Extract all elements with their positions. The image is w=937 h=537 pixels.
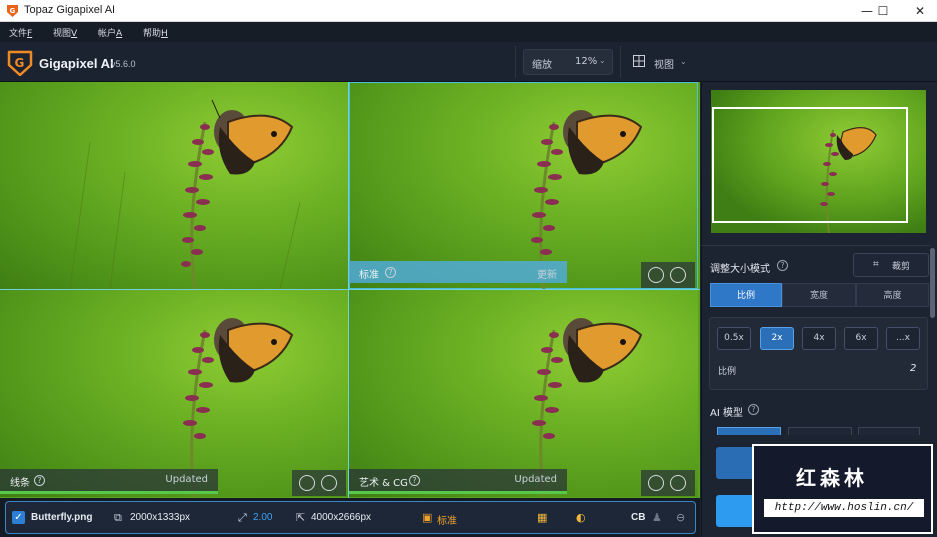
pane-label-bar: 艺术 & CG ? Updated: [349, 469, 567, 491]
close-button[interactable]: ✕: [903, 0, 937, 22]
model-tab[interactable]: [717, 427, 781, 435]
chevron-down-icon: ⌄: [599, 56, 606, 65]
preview-pane-art-cg[interactable]: 艺术 & CG ? Updated: [349, 290, 698, 497]
pane-label-bar: 线条 ? Updated: [0, 469, 218, 491]
help-icon[interactable]: ?: [748, 404, 759, 415]
scale-option-custom[interactable]: ...x: [886, 327, 920, 350]
crop-icon: ⌗: [873, 259, 879, 270]
face-neutral-icon[interactable]: [670, 267, 686, 283]
crop-button[interactable]: [853, 253, 929, 277]
preview-viewport[interactable]: 标准 ? 更新 线条 ? Updated 艺术 & CG ? Updated: [0, 82, 700, 498]
app-logo-icon: G: [7, 5, 18, 17]
face-icon[interactable]: [648, 475, 664, 491]
color-correction-icon[interactable]: ◐: [576, 511, 586, 524]
app-version: v5.6.0: [111, 59, 136, 69]
pane-splitter-horizontal: [0, 289, 700, 290]
ai-model-title: AI 模型: [710, 408, 743, 419]
menu-view[interactable]: 视图V: [53, 26, 77, 39]
scale-option-6x[interactable]: 6x: [844, 327, 878, 350]
view-menu-button[interactable]: 视图: [654, 56, 674, 71]
crop-label: 裁剪: [892, 262, 911, 272]
face-person-icon[interactable]: ♟: [652, 511, 662, 524]
butterfly-image: [183, 318, 294, 497]
watermark-url: http://www.hoslin.cn/: [764, 499, 924, 517]
model-tab[interactable]: [788, 427, 852, 435]
color-space-label: CB: [631, 512, 646, 523]
tab-height[interactable]: 高度: [856, 283, 929, 307]
pane-splitter-vertical: [348, 82, 349, 498]
menu-account[interactable]: 帐户A: [98, 26, 122, 39]
chevron-down-icon: ⌄: [680, 57, 687, 66]
resize-mode-title: 调整大小模式: [710, 264, 770, 275]
gigapixel-logo-icon: G: [7, 50, 33, 76]
preview-pane-standard[interactable]: 标准 ? 更新: [349, 82, 698, 289]
sidebar-divider: [701, 245, 931, 246]
model-tab[interactable]: [858, 427, 920, 435]
zoom-value: 12%: [575, 56, 598, 67]
pane-model-name: 标准: [359, 270, 379, 281]
pane-progress-bar: [349, 491, 567, 494]
pane-model-name: 艺术 & CG: [359, 478, 408, 489]
pane-progress-bar: [0, 491, 218, 494]
butterfly-image: [69, 99, 301, 289]
preview-pane-original[interactable]: [0, 82, 349, 289]
face-neutral-icon[interactable]: [321, 475, 337, 491]
face-recovery-toggle[interactable]: [641, 470, 695, 496]
remove-icon[interactable]: ⊖: [676, 511, 685, 524]
model-icon: ▣: [422, 511, 433, 524]
scale-option-2x[interactable]: 2x: [760, 327, 794, 350]
watermark-title: 红森林: [796, 466, 868, 490]
model-mode: 标准: [437, 516, 457, 527]
svg-text:G: G: [15, 56, 25, 70]
face-neutral-icon[interactable]: [670, 475, 686, 491]
navigator-viewport-rect[interactable]: [712, 107, 908, 223]
menu-help[interactable]: 帮助H: [143, 26, 168, 39]
pane-model-name: 线条: [10, 478, 30, 489]
file-name: Butterfly.png: [31, 512, 93, 523]
face-recovery-toggle[interactable]: [292, 470, 346, 496]
ratio-label: 比例: [718, 367, 737, 377]
tab-width[interactable]: 宽度: [782, 283, 856, 307]
header-divider: [515, 46, 516, 78]
image-size-icon: ⧉: [114, 511, 122, 524]
app-header: [0, 42, 937, 82]
sidebar-scrollbar[interactable]: [930, 248, 935, 318]
tab-scale[interactable]: 比例: [710, 283, 782, 307]
file-checkbox[interactable]: ✓: [12, 511, 25, 524]
input-size: 2000x1333px: [130, 512, 191, 523]
pane-status: Updated: [165, 474, 208, 485]
scale-option-0-5x[interactable]: 0.5x: [717, 327, 751, 350]
split-view-icon[interactable]: [633, 55, 645, 67]
svg-text:G: G: [10, 7, 16, 15]
face-recovery-toggle[interactable]: [641, 262, 695, 288]
butterfly-image: [532, 318, 643, 497]
preview-pane-lines[interactable]: 线条 ? Updated: [0, 290, 349, 497]
output-size-icon: ⇱: [296, 511, 306, 524]
menu-file[interactable]: 文件F: [9, 26, 32, 39]
maximize-button[interactable]: ☐: [866, 0, 900, 22]
butterfly-image: [531, 110, 643, 289]
scale-icon: ⤢: [238, 511, 247, 524]
face-icon[interactable]: [648, 267, 664, 283]
scale-value: 2.00: [253, 512, 273, 523]
help-icon[interactable]: ?: [409, 475, 420, 486]
pane-label-bar: 标准 ? 更新: [349, 261, 567, 283]
face-icon[interactable]: [299, 475, 315, 491]
brand-name: Gigapixel AI: [39, 56, 114, 71]
ratio-value: 2: [910, 363, 917, 374]
zoom-label: 缩放: [532, 60, 552, 71]
help-icon[interactable]: ?: [385, 267, 396, 278]
menu-bar: [0, 22, 937, 42]
grain-icon[interactable]: ▦: [537, 511, 547, 524]
header-divider: [620, 46, 621, 78]
title-bar: G Topaz Gigapixel AI — ☐ ✕: [0, 0, 937, 22]
scale-option-4x[interactable]: 4x: [802, 327, 836, 350]
window-title: Topaz Gigapixel AI: [24, 4, 116, 16]
help-icon[interactable]: ?: [777, 260, 788, 271]
help-icon[interactable]: ?: [34, 475, 45, 486]
pane-status: Updated: [514, 474, 557, 485]
output-size: 4000x2666px: [311, 512, 372, 523]
pane-status: 更新: [537, 270, 557, 281]
